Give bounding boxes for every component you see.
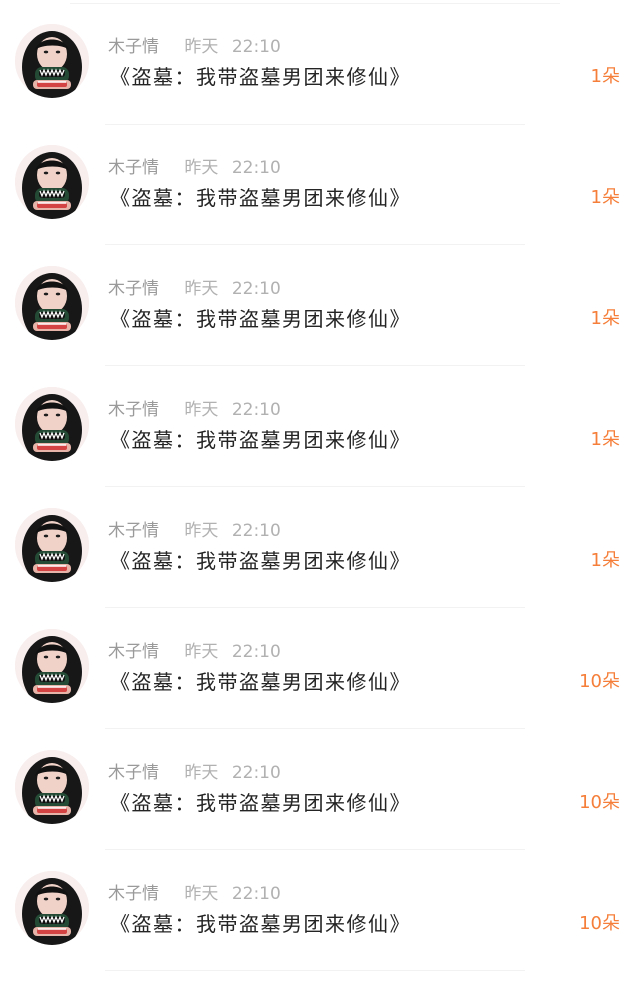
gift-count: 1朵 bbox=[590, 429, 620, 450]
timestamp-day: 昨天 bbox=[184, 763, 219, 783]
timestamp-time: 22:10 bbox=[231, 158, 281, 178]
timestamp-day: 昨天 bbox=[184, 158, 219, 178]
timestamp-day: 昨天 bbox=[184, 37, 219, 57]
timestamp-day: 昨天 bbox=[184, 400, 219, 420]
gift-count: 10朵 bbox=[579, 913, 620, 934]
book-title[interactable]: 《盗墓：我带盗墓男团来修仙》 bbox=[110, 911, 411, 937]
timestamp: 昨天 22:10 bbox=[184, 399, 280, 421]
username[interactable]: 木子情 bbox=[108, 157, 159, 179]
timestamp-time: 22:10 bbox=[231, 884, 281, 904]
timestamp: 昨天 22:10 bbox=[184, 157, 280, 179]
list-item[interactable]: 木子情 昨天 22:10 《盗墓：我带盗墓男团来修仙》 10朵 bbox=[0, 726, 640, 850]
timestamp: 昨天 22:10 bbox=[184, 36, 280, 58]
avatar[interactable] bbox=[15, 871, 89, 945]
username[interactable]: 木子情 bbox=[108, 278, 159, 300]
meta-line: 木子情 昨天 22:10 bbox=[108, 641, 281, 663]
meta-line: 木子情 昨天 22:10 bbox=[108, 520, 281, 542]
gift-count: 1朵 bbox=[590, 66, 620, 87]
list-item[interactable]: 木子情 昨天 22:10 《盗墓：我带盗墓男团来修仙》 1朵 bbox=[0, 484, 640, 608]
gift-count: 10朵 bbox=[579, 671, 620, 692]
gift-count: 1朵 bbox=[590, 187, 620, 208]
meta-line: 木子情 昨天 22:10 bbox=[108, 157, 281, 179]
timestamp-day: 昨天 bbox=[184, 521, 219, 541]
timestamp: 昨天 22:10 bbox=[184, 883, 280, 905]
list-item[interactable]: 木子情 昨天 22:10 《盗墓：我带盗墓男团来修仙》 10朵 bbox=[0, 605, 640, 729]
list-item[interactable]: 木子情 昨天 22:10 《盗墓：我带盗墓男团来修仙》 1朵 bbox=[0, 242, 640, 366]
gift-count: 1朵 bbox=[590, 550, 620, 571]
avatar[interactable] bbox=[15, 508, 89, 582]
meta-line: 木子情 昨天 22:10 bbox=[108, 883, 281, 905]
meta-line: 木子情 昨天 22:10 bbox=[108, 36, 281, 58]
book-title[interactable]: 《盗墓：我带盗墓男团来修仙》 bbox=[110, 548, 411, 574]
list-item[interactable]: 木子情 昨天 22:10 《盗墓：我带盗墓男团来修仙》 1朵 bbox=[0, 0, 640, 125]
avatar[interactable] bbox=[15, 145, 89, 219]
timestamp-time: 22:10 bbox=[231, 642, 281, 662]
timestamp: 昨天 22:10 bbox=[184, 641, 280, 663]
meta-line: 木子情 昨天 22:10 bbox=[108, 278, 281, 300]
username[interactable]: 木子情 bbox=[108, 36, 159, 58]
username[interactable]: 木子情 bbox=[108, 520, 159, 542]
list-item[interactable]: 木子情 昨天 22:10 《盗墓：我带盗墓男团来修仙》 1朵 bbox=[0, 363, 640, 487]
list-item[interactable]: 木子情 昨天 22:10 《盗墓：我带盗墓男团来修仙》 1朵 bbox=[0, 121, 640, 245]
book-title[interactable]: 《盗墓：我带盗墓男团来修仙》 bbox=[110, 790, 411, 816]
timestamp-time: 22:10 bbox=[231, 521, 281, 541]
username[interactable]: 木子情 bbox=[108, 883, 159, 905]
timestamp: 昨天 22:10 bbox=[184, 520, 280, 542]
timestamp-time: 22:10 bbox=[231, 279, 281, 299]
gift-count: 1朵 bbox=[590, 308, 620, 329]
timestamp-time: 22:10 bbox=[231, 37, 281, 57]
book-title[interactable]: 《盗墓：我带盗墓男团来修仙》 bbox=[110, 669, 411, 695]
timestamp-day: 昨天 bbox=[184, 642, 219, 662]
timestamp-day: 昨天 bbox=[184, 279, 219, 299]
row-divider bbox=[105, 970, 525, 971]
timestamp: 昨天 22:10 bbox=[184, 278, 280, 300]
username[interactable]: 木子情 bbox=[108, 641, 159, 663]
timestamp-time: 22:10 bbox=[231, 763, 281, 783]
book-title[interactable]: 《盗墓：我带盗墓男团来修仙》 bbox=[110, 427, 411, 453]
avatar[interactable] bbox=[15, 629, 89, 703]
list-item[interactable]: 木子情 昨天 22:10 《盗墓：我带盗墓男团来修仙》 10朵 bbox=[0, 847, 640, 971]
meta-line: 木子情 昨天 22:10 bbox=[108, 762, 281, 784]
gift-feed-list: 木子情 昨天 22:10 《盗墓：我带盗墓男团来修仙》 1朵 木子情 昨天 22… bbox=[0, 0, 640, 986]
timestamp: 昨天 22:10 bbox=[184, 762, 280, 784]
book-title[interactable]: 《盗墓：我带盗墓男团来修仙》 bbox=[110, 64, 411, 90]
avatar[interactable] bbox=[15, 266, 89, 340]
timestamp-day: 昨天 bbox=[184, 884, 219, 904]
username[interactable]: 木子情 bbox=[108, 762, 159, 784]
avatar[interactable] bbox=[15, 387, 89, 461]
meta-line: 木子情 昨天 22:10 bbox=[108, 399, 281, 421]
timestamp-time: 22:10 bbox=[231, 400, 281, 420]
book-title[interactable]: 《盗墓：我带盗墓男团来修仙》 bbox=[110, 185, 411, 211]
avatar[interactable] bbox=[15, 24, 89, 98]
gift-count: 10朵 bbox=[579, 792, 620, 813]
book-title[interactable]: 《盗墓：我带盗墓男团来修仙》 bbox=[110, 306, 411, 332]
username[interactable]: 木子情 bbox=[108, 399, 159, 421]
avatar[interactable] bbox=[15, 750, 89, 824]
